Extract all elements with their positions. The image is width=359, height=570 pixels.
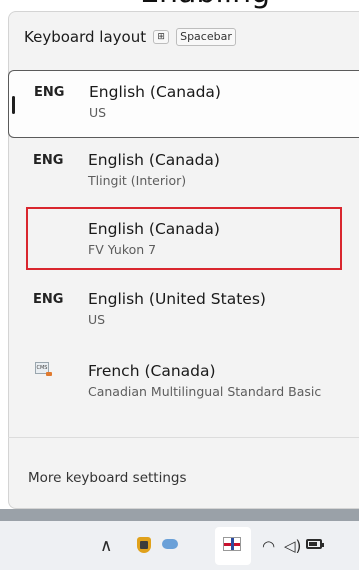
language-name: English (Canada) bbox=[88, 151, 220, 169]
layout-item-english-us[interactable]: ENG English (United States) US bbox=[8, 278, 359, 346]
red-highlight-box bbox=[26, 207, 342, 270]
spacebar-shortcut-badge: Spacebar bbox=[176, 28, 236, 46]
footer-divider bbox=[8, 437, 359, 438]
selection-indicator bbox=[12, 96, 15, 114]
layout-name: Tlingit (Interior) bbox=[88, 173, 187, 188]
layout-name: US bbox=[88, 312, 106, 327]
onedrive-sync-icon[interactable] bbox=[162, 539, 178, 549]
language-name: French (Canada) bbox=[88, 362, 216, 380]
layout-item-french-canada[interactable]: CMS French (Canada) Canadian Multilingua… bbox=[8, 350, 359, 418]
language-name: English (United States) bbox=[88, 290, 266, 308]
taskbar: ∧ ◠ ◁) bbox=[0, 521, 359, 570]
layout-item-english-canada-tlingit[interactable]: ENG English (Canada) Tlingit (Interior) bbox=[8, 139, 359, 207]
more-keyboard-settings-link[interactable]: More keyboard settings bbox=[28, 470, 187, 486]
header-title: Keyboard layout bbox=[24, 28, 147, 46]
battery-icon[interactable] bbox=[306, 539, 324, 549]
layout-name: US bbox=[89, 105, 107, 120]
chevron-up-icon[interactable]: ∧ bbox=[100, 537, 112, 555]
ime-icon: CMS bbox=[35, 362, 52, 376]
language-flag-icon[interactable] bbox=[223, 537, 241, 551]
partial-window-text: Enabling bbox=[0, 0, 359, 11]
security-shield-icon[interactable] bbox=[137, 537, 151, 553]
language-tag: ENG bbox=[33, 292, 64, 307]
partial-title-text: Enabling bbox=[140, 0, 270, 8]
language-tag: ENG bbox=[34, 85, 65, 100]
volume-icon[interactable]: ◁) bbox=[284, 537, 301, 555]
language-tag: ENG bbox=[33, 153, 64, 168]
desktop-strip bbox=[0, 509, 359, 521]
language-name: English (Canada) bbox=[89, 83, 221, 101]
wifi-icon[interactable]: ◠ bbox=[262, 537, 275, 555]
layout-item-english-canada-us[interactable]: ENG English (Canada) US bbox=[8, 70, 359, 138]
keyboard-shortcut-icon: ⊞ bbox=[153, 30, 170, 44]
flyout-header: Keyboard layout ⊞ Spacebar bbox=[24, 26, 236, 48]
layout-name: Canadian Multilingual Standard Basic bbox=[88, 384, 322, 399]
